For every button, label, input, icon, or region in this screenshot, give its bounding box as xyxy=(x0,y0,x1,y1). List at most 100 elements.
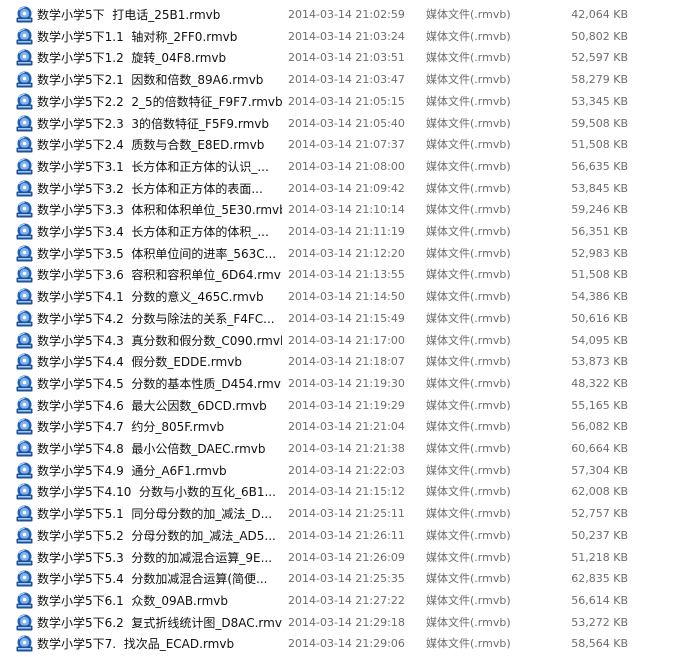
file-size: 55,165 KB xyxy=(571,398,628,412)
file-name: 数学小学5下5.1 同分母分数的加_减法_D... xyxy=(37,507,273,522)
file-row[interactable]: 数学小学5下5.3 分数的加减混合运算_9E... 2014-03-14 21:… xyxy=(0,547,690,569)
file-row[interactable]: 数学小学5下3.1 长方体和正方体的认识_... 2014-03-14 21:0… xyxy=(0,156,690,178)
file-modified-date: 2014-03-14 21:08:00 xyxy=(288,159,405,173)
file-size: 60,664 KB xyxy=(571,442,628,455)
file-size: 62,008 KB xyxy=(571,485,628,499)
file-type: 媒体文件(.rmvb) xyxy=(426,442,511,455)
file-modified-date: 2014-03-14 21:21:38 xyxy=(288,442,405,455)
rmvb-media-file-icon xyxy=(16,570,33,587)
rmvb-media-file-icon xyxy=(16,158,33,175)
file-type: 媒体文件(.rmvb) xyxy=(426,290,511,304)
file-row[interactable]: 数学小学5下4.1 分数的意义_465C.rmvb 2014-03-14 21:… xyxy=(0,286,690,308)
file-row[interactable]: 数学小学5下5.2 分母分数的加_减法_AD5... 2014-03-14 21… xyxy=(0,525,690,547)
file-row[interactable]: 数学小学5下5.1 同分母分数的加_减法_D... 2014-03-14 21:… xyxy=(0,503,690,525)
file-name: 数学小学5下2.1 因数和倍数_89A6.rmvb xyxy=(37,73,264,88)
file-size: 56,635 KB xyxy=(571,159,628,173)
file-type: 媒体文件(.rmvb) xyxy=(426,398,511,412)
file-row[interactable]: 数学小学5下4.9 通分_A6F1.rmvb 2014-03-14 21:22:… xyxy=(0,460,690,482)
file-name: 数学小学5下4.2 分数与除法的关系_F4FC... xyxy=(37,311,275,326)
file-modified-date: 2014-03-14 21:21:04 xyxy=(288,420,405,434)
rmvb-media-file-icon xyxy=(16,28,33,45)
file-modified-date: 2014-03-14 21:05:40 xyxy=(288,116,405,130)
file-row[interactable]: 数学小学5下3.6 容积和容积单位_6D64.rmvb 2014-03-14 2… xyxy=(0,264,690,286)
file-type: 媒体文件(.rmvb) xyxy=(426,550,511,564)
file-name: 数学小学5下1.1 轴对称_2FF0.rmvb xyxy=(37,29,238,44)
file-size: 52,597 KB xyxy=(571,51,628,65)
rmvb-media-file-icon xyxy=(16,375,33,392)
file-row[interactable]: 数学小学5下2.3 3的倍数特征_F5F9.rmvb 2014-03-14 21… xyxy=(0,113,690,135)
rmvb-media-file-icon xyxy=(16,201,33,218)
rmvb-media-file-icon xyxy=(16,353,33,370)
file-modified-date: 2014-03-14 21:03:51 xyxy=(288,51,405,65)
file-name: 数学小学5下3.3 体积和体积单位_5E30.rmvb xyxy=(37,203,282,218)
file-modified-date: 2014-03-14 21:22:03 xyxy=(288,463,405,477)
file-size: 53,873 KB xyxy=(571,355,628,369)
file-size: 56,351 KB xyxy=(571,225,628,238)
file-size: 58,564 KB xyxy=(571,637,628,651)
file-name: 数学小学5下4.4 假分数_EDDE.rmvb xyxy=(37,355,242,370)
file-modified-date: 2014-03-14 21:27:22 xyxy=(288,593,405,607)
file-size: 59,246 KB xyxy=(571,203,628,217)
file-type: 媒体文件(.rmvb) xyxy=(426,637,511,651)
file-row[interactable]: 数学小学5下4.5 分数的基本性质_D454.rmvb 2014-03-14 2… xyxy=(0,373,690,395)
file-row[interactable]: 数学小学5下3.4 长方体和正方体的体积_... 2014-03-14 21:1… xyxy=(0,221,690,243)
rmvb-media-file-icon xyxy=(16,49,33,66)
file-modified-date: 2014-03-14 21:07:37 xyxy=(288,138,405,152)
file-name: 数学小学5下4.1 分数的意义_465C.rmvb xyxy=(37,290,264,305)
file-row[interactable]: 数学小学5下5.4 分数加减混合运算(简便... 2014-03-14 21:2… xyxy=(0,568,690,590)
file-name: 数学小学5下4.7 约分_805F.rmvb xyxy=(37,420,225,435)
file-size: 50,616 KB xyxy=(571,311,628,325)
file-modified-date: 2014-03-14 21:15:12 xyxy=(288,485,405,499)
file-size: 50,237 KB xyxy=(571,528,628,542)
file-row[interactable]: 数学小学5下2.1 因数和倍数_89A6.rmvb 2014-03-14 21:… xyxy=(0,69,690,91)
file-type: 媒体文件(.rmvb) xyxy=(426,311,511,325)
file-name: 数学小学5下4.5 分数的基本性质_D454.rmvb xyxy=(37,376,282,391)
file-row[interactable]: 数学小学5下4.4 假分数_EDDE.rmvb 2014-03-14 21:18… xyxy=(0,351,690,373)
rmvb-media-file-icon xyxy=(16,6,33,23)
file-row[interactable]: 数学小学5下2.2 2_5的倍数特征_F9F7.rmvb 2014-03-14 … xyxy=(0,91,690,113)
file-size: 52,983 KB xyxy=(571,246,628,260)
file-size: 57,304 KB xyxy=(571,463,628,477)
file-row[interactable]: 数学小学5下1.1 轴对称_2FF0.rmvb 2014-03-14 21:03… xyxy=(0,26,690,48)
file-size: 59,508 KB xyxy=(571,116,628,130)
rmvb-media-file-icon xyxy=(16,115,33,131)
file-row[interactable]: 数学小学5下 打电话_25B1.rmvb 2014-03-14 21:02:59… xyxy=(0,4,690,26)
file-row[interactable]: 数学小学5下3.3 体积和体积单位_5E30.rmvb 2014-03-14 2… xyxy=(0,199,690,221)
file-name: 数学小学5下4.3 真分数和假分数_C090.rmvb xyxy=(37,333,282,348)
file-name: 数学小学5下2.4 质数与合数_E8ED.rmvb xyxy=(37,138,265,153)
rmvb-media-file-icon xyxy=(16,245,33,262)
file-size: 52,757 KB xyxy=(571,507,628,521)
file-type: 媒体文件(.rmvb) xyxy=(426,268,511,282)
rmvb-media-file-icon xyxy=(16,180,33,197)
file-type: 媒体文件(.rmvb) xyxy=(426,181,511,195)
file-row[interactable]: 数学小学5下2.4 质数与合数_E8ED.rmvb 2014-03-14 21:… xyxy=(0,134,690,156)
file-type: 媒体文件(.rmvb) xyxy=(426,29,511,43)
file-name: 数学小学5下5.3 分数的加减混合运算_9E... xyxy=(37,550,273,565)
rmvb-media-file-icon xyxy=(16,549,33,565)
file-name: 数学小学5下3.4 长方体和正方体的体积_... xyxy=(37,225,269,239)
file-type: 媒体文件(.rmvb) xyxy=(426,203,511,217)
file-size: 50,802 KB xyxy=(571,29,628,43)
file-row[interactable]: 数学小学5下4.6 最大公因数_6DCD.rmvb 2014-03-14 21:… xyxy=(0,395,690,417)
file-row[interactable]: 数学小学5下4.8 最小公倍数_DAEC.rmvb 2014-03-14 21:… xyxy=(0,438,690,460)
file-size: 48,322 KB xyxy=(571,376,628,390)
file-row[interactable]: 数学小学5下6.2 复式折线统计图_D8AC.rmvb 2014-03-14 2… xyxy=(0,612,690,634)
file-type: 媒体文件(.rmvb) xyxy=(426,51,511,65)
file-row[interactable]: 数学小学5下4.7 约分_805F.rmvb 2014-03-14 21:21:… xyxy=(0,416,690,438)
file-row[interactable]: 数学小学5下3.5 体积单位间的进率_563C... 2014-03-14 21… xyxy=(0,243,690,265)
file-name: 数学小学5下3.1 长方体和正方体的认识_... xyxy=(37,159,269,174)
rmvb-media-file-icon xyxy=(16,223,33,240)
file-row[interactable]: 数学小学5下3.2 长方体和正方体的表面... 2014-03-14 21:09… xyxy=(0,178,690,200)
file-size: 56,614 KB xyxy=(571,593,628,607)
file-modified-date: 2014-03-14 21:14:50 xyxy=(288,290,405,304)
file-row[interactable]: 数学小学5下4.3 真分数和假分数_C090.rmvb 2014-03-14 2… xyxy=(0,330,690,352)
rmvb-media-file-icon xyxy=(16,136,33,153)
file-row[interactable]: 数学小学5下6.1 众数_09AB.rmvb 2014-03-14 21:27:… xyxy=(0,590,690,612)
rmvb-media-file-icon xyxy=(16,505,33,522)
rmvb-media-file-icon xyxy=(16,93,33,110)
rmvb-media-file-icon xyxy=(16,332,33,348)
file-row[interactable]: 数学小学5下4.2 分数与除法的关系_F4FC... 2014-03-14 21… xyxy=(0,308,690,330)
file-row[interactable]: 数学小学5下1.2 旋转_04F8.rmvb 2014-03-14 21:03:… xyxy=(0,47,690,69)
file-row[interactable]: 数学小学5下4.10 分数与小数的互化_6B1... 2014-03-14 21… xyxy=(0,481,690,503)
file-row[interactable]: 数学小学5下7. 找次品_ECAD.rmvb 2014-03-14 21:29:… xyxy=(0,633,690,655)
